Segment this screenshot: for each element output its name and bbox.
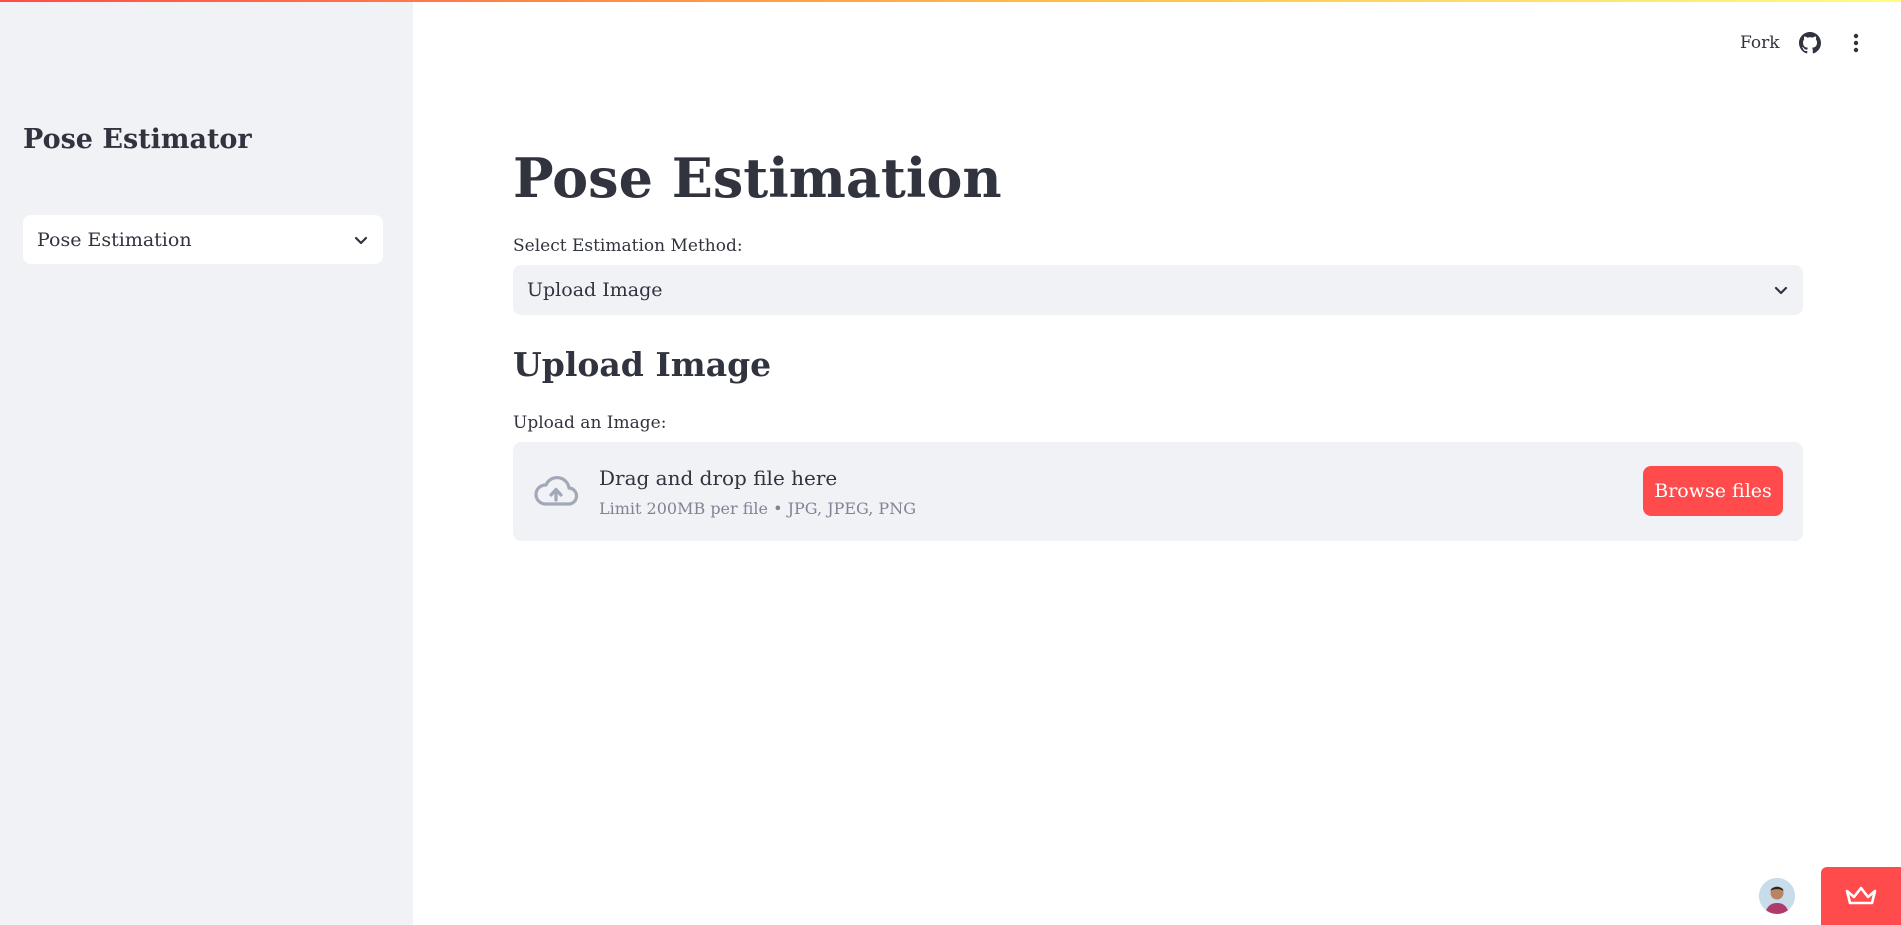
method-select-label: Select Estimation Method: xyxy=(513,236,743,256)
chevron-down-icon xyxy=(1773,282,1789,298)
upload-label: Upload an Image: xyxy=(513,413,667,433)
dropzone-primary-text: Drag and drop file here xyxy=(599,466,838,490)
method-select[interactable]: Upload Image xyxy=(513,265,1803,315)
chevron-down-icon xyxy=(353,232,369,248)
sidebar-select-value: Pose Estimation xyxy=(37,228,192,251)
dropzone-limit-text: Limit 200MB per file • JPG, JPEG, PNG xyxy=(599,499,916,518)
browse-files-button[interactable]: Browse files xyxy=(1643,466,1783,516)
fork-button[interactable]: Fork xyxy=(1740,33,1780,53)
app: Pose Estimator Pose Estimation Fork Pose… xyxy=(0,0,1901,925)
sidebar: Pose Estimator Pose Estimation xyxy=(0,0,413,925)
page-title: Pose Estimation xyxy=(513,146,1002,210)
sidebar-title: Pose Estimator xyxy=(23,124,252,155)
avatar[interactable] xyxy=(1757,876,1797,916)
sidebar-page-select[interactable]: Pose Estimation xyxy=(23,215,383,264)
method-select-value: Upload Image xyxy=(527,279,663,301)
more-vertical-icon[interactable] xyxy=(1845,32,1867,54)
cloud-upload-icon xyxy=(533,472,579,512)
top-decoration-bar xyxy=(0,0,1901,2)
github-icon[interactable] xyxy=(1799,32,1821,54)
file-dropzone[interactable]: Drag and drop file here Limit 200MB per … xyxy=(513,442,1803,541)
section-title: Upload Image xyxy=(513,345,772,384)
crown-icon[interactable] xyxy=(1821,867,1901,925)
